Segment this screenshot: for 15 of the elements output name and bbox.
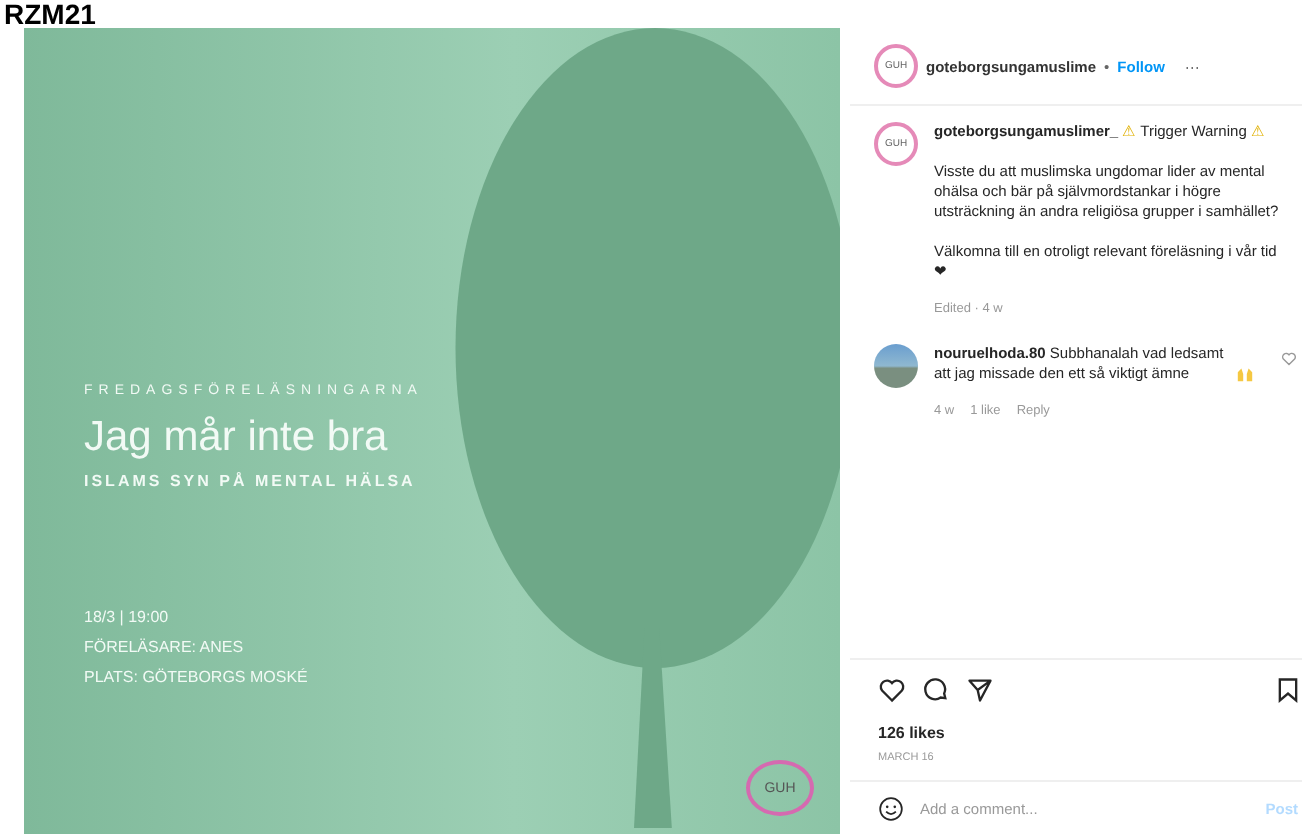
poster-subtitle: ISLAMS SYN PÅ MENTAL HÄLSA [84,472,418,490]
headline: RZM21 [2,0,96,28]
poster-detail: 18/3 | 19:00 [84,606,171,630]
likes-count[interactable]: 126 likes [850,724,945,742]
smiley-icon[interactable] [878,795,904,821]
raised-hands-icon [1236,366,1254,382]
poster-title: Jag mår inte bra [84,414,390,462]
poster-detail: FÖRELÄSARE: ANES [84,636,246,660]
like-icon[interactable] [1282,352,1296,366]
send-icon[interactable] [966,676,994,704]
bookmark-icon[interactable] [1274,676,1302,704]
avatar[interactable] [874,344,918,388]
heart-icon[interactable] [878,676,906,704]
comment-icon[interactable] [922,676,950,704]
poster-detail: PLATS: GÖTEBORGS MOSKÉ [84,666,310,690]
